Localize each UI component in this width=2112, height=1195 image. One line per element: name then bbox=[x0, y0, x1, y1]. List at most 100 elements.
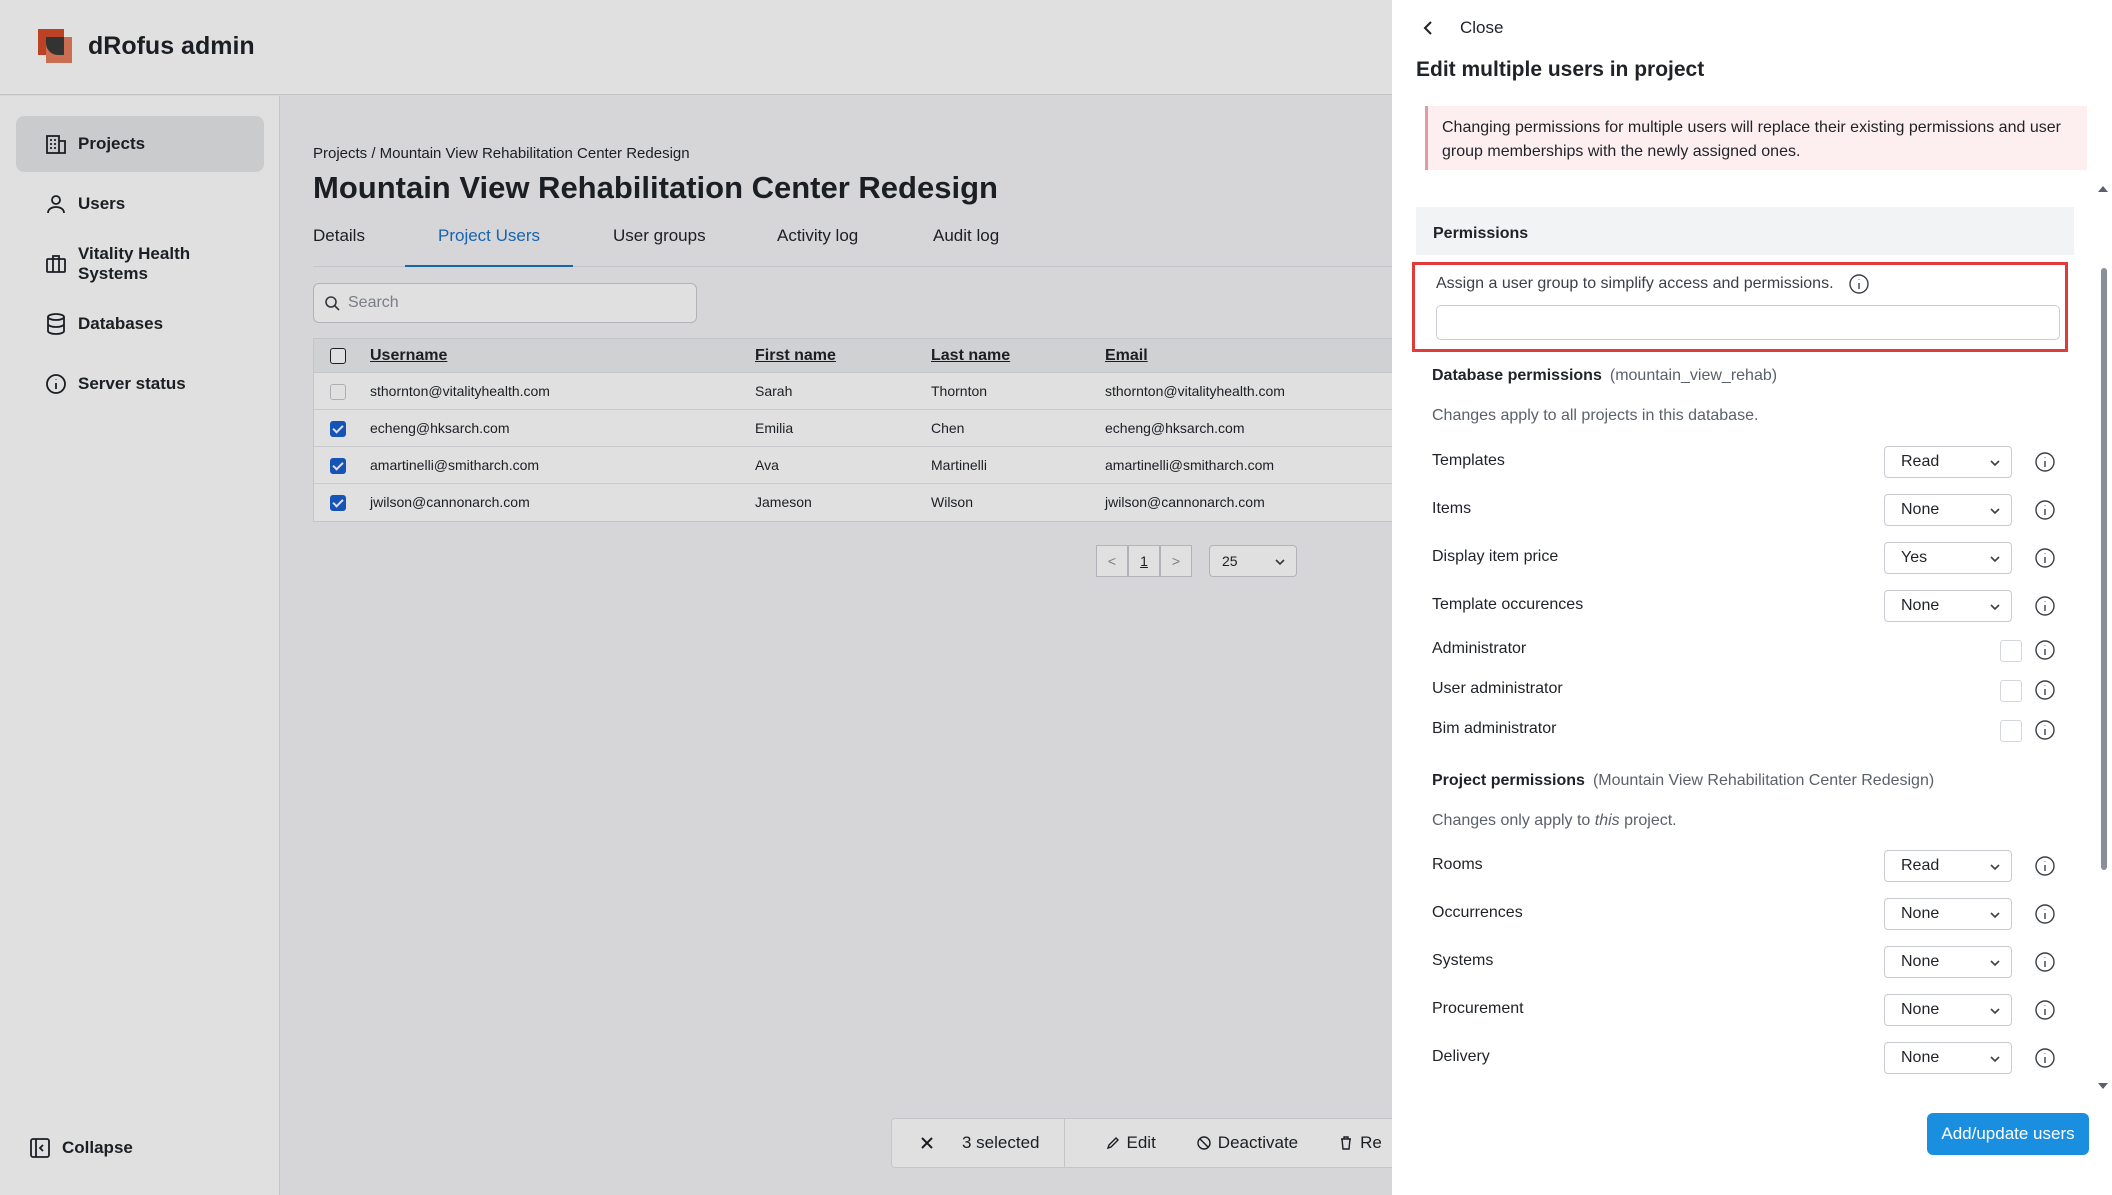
table-row[interactable]: sthornton@vitalityhealth.com Sarah Thorn… bbox=[314, 373, 1392, 410]
display-item-price-select[interactable]: Yes bbox=[1884, 542, 2012, 574]
column-first-name[interactable]: First name bbox=[755, 347, 836, 365]
tab-project-users[interactable]: Project Users bbox=[405, 226, 573, 267]
systems-select[interactable]: None bbox=[1884, 946, 2012, 978]
collapse-button[interactable]: Collapse bbox=[28, 1136, 133, 1160]
permission-label: Systems bbox=[1432, 952, 1494, 969]
info-icon[interactable] bbox=[2034, 903, 2056, 925]
permission-label: Delivery bbox=[1432, 1048, 1490, 1065]
collapse-label: Collapse bbox=[62, 1138, 133, 1157]
row-checkbox[interactable] bbox=[330, 384, 346, 400]
table-row[interactable]: jwilson@cannonarch.com Jameson Wilson jw… bbox=[314, 484, 1392, 521]
deactivate-label: Deactivate bbox=[1217, 1133, 1299, 1152]
column-username[interactable]: Username bbox=[370, 347, 447, 365]
database-permissions-title-text: Database permissions bbox=[1432, 367, 1602, 384]
sidebar: Projects Users Vitality Health Systems D… bbox=[0, 96, 280, 1195]
select-value: Read bbox=[1901, 453, 1940, 470]
edit-button[interactable]: Edit bbox=[1105, 1133, 1156, 1153]
cell-username: sthornton@vitalityhealth.com bbox=[370, 383, 550, 399]
info-icon[interactable] bbox=[2034, 1047, 2056, 1069]
deactivate-button[interactable]: Deactivate bbox=[1196, 1133, 1298, 1153]
administrator-checkbox[interactable] bbox=[2000, 640, 2022, 662]
scroll-down-arrow[interactable] bbox=[2098, 1083, 2108, 1089]
column-email[interactable]: Email bbox=[1105, 347, 1148, 365]
edit-users-panel: Close Edit multiple users in project Cha… bbox=[1392, 0, 2112, 1195]
info-icon[interactable] bbox=[2034, 547, 2056, 569]
permission-row-bim-administrator: Bim administrator bbox=[1432, 714, 2072, 746]
search-box bbox=[313, 283, 697, 323]
permission-row-user-administrator: User administrator bbox=[1432, 674, 2072, 706]
permission-row-template-occurences: Template occurences None bbox=[1432, 590, 2072, 622]
select-all-checkbox[interactable] bbox=[330, 348, 346, 364]
cell-username: jwilson@cannonarch.com bbox=[370, 494, 530, 510]
panel-scrollbar-thumb[interactable] bbox=[2101, 268, 2107, 870]
info-icon[interactable] bbox=[2034, 719, 2056, 741]
remove-button[interactable]: Re bbox=[1338, 1133, 1382, 1153]
procurement-select[interactable]: None bbox=[1884, 994, 2012, 1026]
chevron-down-icon bbox=[1990, 556, 2000, 563]
close-icon[interactable] bbox=[916, 1132, 938, 1154]
permission-label: User administrator bbox=[1432, 680, 1563, 697]
page-size-select[interactable]: 25 bbox=[1209, 545, 1297, 577]
cell-first-name: Emilia bbox=[755, 420, 794, 436]
permission-row-templates: Templates Read bbox=[1432, 446, 2072, 478]
prev-page-button[interactable]: < bbox=[1096, 545, 1128, 577]
occurrences-select[interactable]: None bbox=[1884, 898, 2012, 930]
tab-details[interactable]: Details bbox=[313, 226, 365, 267]
bim-administrator-checkbox[interactable] bbox=[2000, 720, 2022, 742]
user-administrator-checkbox[interactable] bbox=[2000, 680, 2022, 702]
user-group-label: Assign a user group to simplify access a… bbox=[1436, 273, 1870, 295]
close-label: Close bbox=[1460, 18, 1504, 37]
cell-email: jwilson@cannonarch.com bbox=[1105, 494, 1265, 510]
row-checkbox[interactable] bbox=[330, 458, 346, 474]
items-select[interactable]: None bbox=[1884, 494, 2012, 526]
select-value: None bbox=[1901, 501, 1940, 518]
next-page-button[interactable]: > bbox=[1160, 545, 1192, 577]
info-icon[interactable] bbox=[2034, 499, 2056, 521]
rooms-select[interactable]: Read bbox=[1884, 850, 2012, 882]
sidebar-item-organization[interactable]: Vitality Health Systems bbox=[16, 236, 264, 292]
briefcase-icon bbox=[46, 255, 66, 273]
note-emphasis: this bbox=[1594, 812, 1620, 829]
sidebar-item-server-status[interactable]: Server status bbox=[16, 356, 264, 412]
table-row[interactable]: amartinelli@smitharch.com Ava Martinelli… bbox=[314, 447, 1392, 484]
tab-user-groups[interactable]: User groups bbox=[613, 226, 706, 267]
search-input[interactable] bbox=[348, 294, 678, 312]
close-panel-button[interactable]: Close bbox=[1420, 18, 1503, 38]
templates-select[interactable]: Read bbox=[1884, 446, 2012, 478]
row-checkbox[interactable] bbox=[330, 495, 346, 511]
info-icon[interactable] bbox=[2034, 999, 2056, 1021]
user-icon bbox=[47, 195, 65, 214]
info-icon[interactable] bbox=[2034, 679, 2056, 701]
chevron-down-icon bbox=[1990, 604, 2000, 611]
info-icon[interactable] bbox=[2034, 451, 2056, 473]
tab-activity-log[interactable]: Activity log bbox=[777, 226, 858, 267]
sidebar-item-label: Users bbox=[78, 194, 126, 213]
user-group-input[interactable] bbox=[1436, 305, 2060, 340]
info-icon[interactable] bbox=[2034, 639, 2056, 661]
sidebar-item-projects[interactable]: Projects bbox=[16, 116, 264, 172]
column-last-name[interactable]: Last name bbox=[931, 347, 1010, 365]
permissions-heading: Permissions bbox=[1416, 207, 2074, 255]
info-icon[interactable] bbox=[2034, 595, 2056, 617]
info-icon[interactable] bbox=[1848, 273, 1870, 295]
info-icon[interactable] bbox=[2034, 855, 2056, 877]
delivery-select[interactable]: None bbox=[1884, 1042, 2012, 1074]
tab-audit-log[interactable]: Audit log bbox=[933, 226, 999, 267]
add-update-users-button[interactable]: Add/update users bbox=[1927, 1113, 2089, 1155]
scroll-up-arrow[interactable] bbox=[2098, 186, 2108, 192]
chevron-down-icon bbox=[1990, 960, 2000, 967]
sidebar-item-databases[interactable]: Databases bbox=[16, 296, 264, 352]
page-title: Mountain View Rehabilitation Center Rede… bbox=[313, 170, 998, 205]
permission-label: Display item price bbox=[1432, 548, 1559, 565]
page-number-button[interactable]: 1 bbox=[1128, 545, 1160, 577]
row-checkbox[interactable] bbox=[330, 421, 346, 437]
sidebar-item-users[interactable]: Users bbox=[16, 176, 264, 232]
select-value: None bbox=[1901, 597, 1940, 614]
sidebar-item-label: Projects bbox=[78, 134, 146, 153]
template-occurences-select[interactable]: None bbox=[1884, 590, 2012, 622]
breadcrumb: Projects / Mountain View Rehabilitation … bbox=[313, 145, 690, 162]
panel-scroll-area[interactable]: Changing permissions for multiple users … bbox=[1392, 100, 2102, 1100]
table-row[interactable]: echeng@hksarch.com Emilia Chen echeng@hk… bbox=[314, 410, 1392, 447]
cell-first-name: Sarah bbox=[755, 383, 793, 399]
info-icon[interactable] bbox=[2034, 951, 2056, 973]
